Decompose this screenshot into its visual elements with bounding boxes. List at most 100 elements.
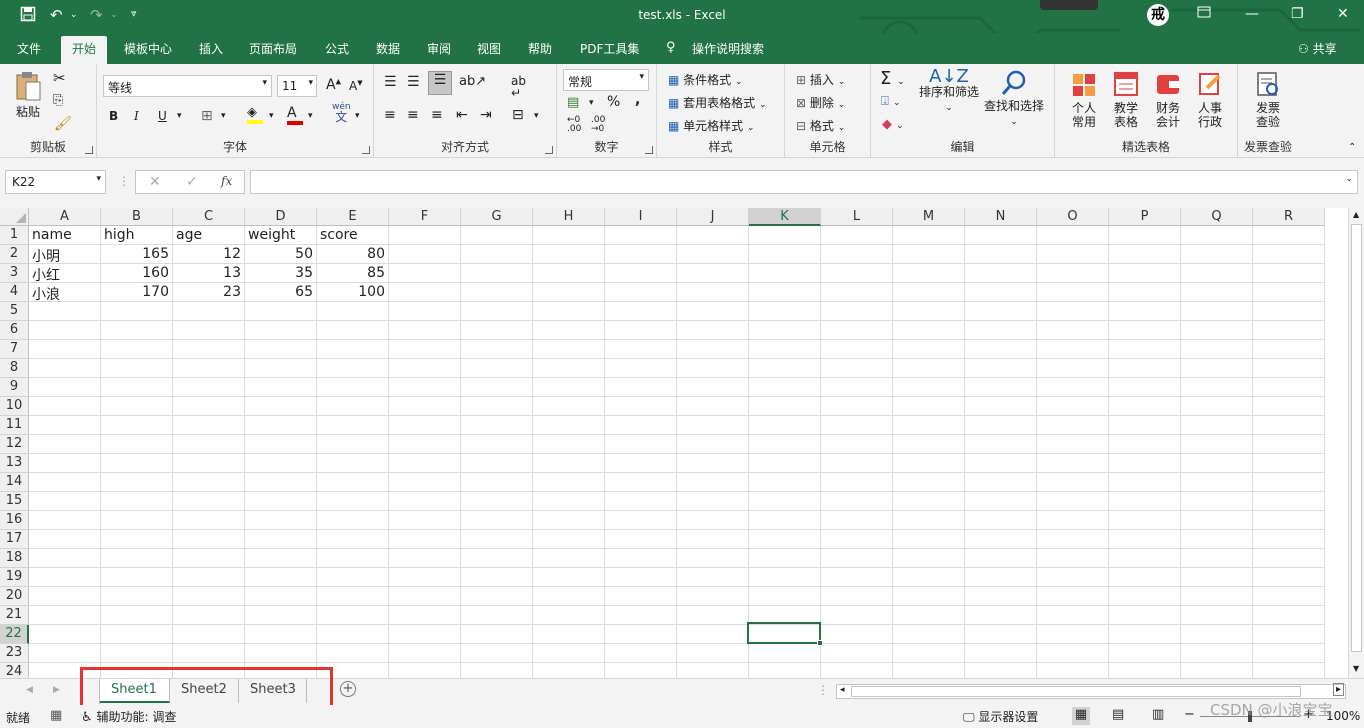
cell-b8[interactable] [101,359,173,378]
cell-styles-button[interactable]: ▦ 单元格样式 ⌄ [668,117,755,134]
cell-h2[interactable] [533,245,605,264]
cell-l11[interactable] [821,416,893,435]
cell-f20[interactable] [389,587,461,606]
cell-b23[interactable] [101,644,173,663]
cell-c23[interactable] [173,644,245,663]
cell-b10[interactable] [101,397,173,416]
cell-b14[interactable] [101,473,173,492]
cell-i10[interactable] [605,397,677,416]
format-cells-button[interactable]: ⊟ 格式 ⌄ [796,117,845,134]
row-header-17[interactable]: 17 [0,530,29,549]
active-cell-border[interactable] [747,622,823,646]
cell-r14[interactable] [1253,473,1325,492]
cell-l23[interactable] [821,644,893,663]
cell-o13[interactable] [1037,454,1109,473]
cell-c12[interactable] [173,435,245,454]
cell-p5[interactable] [1109,302,1181,321]
cell-a5[interactable] [29,302,101,321]
cell-k7[interactable] [749,340,821,359]
cell-c19[interactable] [173,568,245,587]
row-header-6[interactable]: 6 [0,321,29,340]
cell-j21[interactable] [677,606,749,625]
cell-o9[interactable] [1037,378,1109,397]
cell-m20[interactable] [893,587,965,606]
cell-j5[interactable] [677,302,749,321]
cell-j17[interactable] [677,530,749,549]
cell-q10[interactable] [1181,397,1253,416]
scroll-left-icon[interactable]: ◂ [840,685,845,695]
cell-q7[interactable] [1181,340,1253,359]
cell-i9[interactable] [605,378,677,397]
cell-d4[interactable]: 65 [245,283,317,302]
cell-c21[interactable] [173,606,245,625]
cell-j2[interactable] [677,245,749,264]
cell-l4[interactable] [821,283,893,302]
cell-d18[interactable] [245,549,317,568]
cell-b11[interactable] [101,416,173,435]
cell-f18[interactable] [389,549,461,568]
cell-b18[interactable] [101,549,173,568]
cell-f9[interactable] [389,378,461,397]
shrink-font-icon[interactable]: A▼ [349,79,363,93]
font-color-icon[interactable]: A [287,105,303,125]
row-header-23[interactable]: 23 [0,644,29,663]
format-painter-icon[interactable]: 🖌 [54,116,72,132]
cell-j12[interactable] [677,435,749,454]
cell-m14[interactable] [893,473,965,492]
cell-d9[interactable] [245,378,317,397]
cell-f11[interactable] [389,416,461,435]
select-all-corner[interactable] [0,208,29,226]
cell-i13[interactable] [605,454,677,473]
cell-b7[interactable] [101,340,173,359]
row-header-12[interactable]: 12 [0,435,29,454]
cell-e1[interactable]: score [317,226,389,245]
cell-b16[interactable] [101,511,173,530]
cell-o14[interactable] [1037,473,1109,492]
cell-l21[interactable] [821,606,893,625]
cell-o5[interactable] [1037,302,1109,321]
cell-j4[interactable] [677,283,749,302]
cell-c9[interactable] [173,378,245,397]
cell-o10[interactable] [1037,397,1109,416]
page-layout-view-icon[interactable]: ▤ [1112,707,1124,722]
column-header-i[interactable]: I [605,208,677,226]
cell-e14[interactable] [317,473,389,492]
cell-h15[interactable] [533,492,605,511]
cell-i12[interactable] [605,435,677,454]
cell-n1[interactable] [965,226,1037,245]
cell-r6[interactable] [1253,321,1325,340]
cell-q8[interactable] [1181,359,1253,378]
cell-r7[interactable] [1253,340,1325,359]
row-header-1[interactable]: 1 [0,226,29,245]
cell-m24[interactable] [893,663,965,678]
cell-f6[interactable] [389,321,461,340]
orientation-icon[interactable]: ab↗ [459,74,486,89]
increase-indent-icon[interactable]: ⇥ [480,107,492,123]
cell-f24[interactable] [389,663,461,678]
vertical-scrollbar[interactable]: ▲ ▼ [1348,208,1364,678]
cell-d12[interactable] [245,435,317,454]
row-header-16[interactable]: 16 [0,511,29,530]
cell-o3[interactable] [1037,264,1109,283]
cell-a8[interactable] [29,359,101,378]
cell-g4[interactable] [461,283,533,302]
cell-c15[interactable] [173,492,245,511]
cell-i3[interactable] [605,264,677,283]
cell-n20[interactable] [965,587,1037,606]
cell-p17[interactable] [1109,530,1181,549]
font-color-dropdown-icon[interactable]: ▾ [308,111,313,121]
cell-g19[interactable] [461,568,533,587]
cell-a11[interactable] [29,416,101,435]
cell-f10[interactable] [389,397,461,416]
cell-a20[interactable] [29,587,101,606]
cell-q15[interactable] [1181,492,1253,511]
template-hr-button[interactable]: 人事 行政 [1190,70,1230,129]
cell-n19[interactable] [965,568,1037,587]
zoom-out-icon[interactable]: − [1184,707,1195,722]
cell-b13[interactable] [101,454,173,473]
cell-l2[interactable] [821,245,893,264]
cell-i23[interactable] [605,644,677,663]
cell-g12[interactable] [461,435,533,454]
cell-i6[interactable] [605,321,677,340]
cell-a15[interactable] [29,492,101,511]
